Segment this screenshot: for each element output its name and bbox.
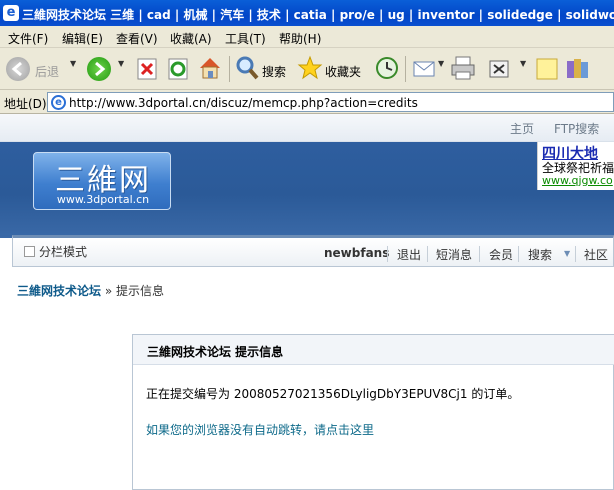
menu-tools[interactable]: 工具(T) <box>225 30 266 47</box>
message-body: 正在提交编号为 20080527021356DLyligDbY3EPUV8Cj1… <box>146 387 520 401</box>
mail-dropdown-icon[interactable]: ▼ <box>438 59 444 68</box>
search-icon <box>236 56 259 80</box>
favorites-label: 收藏夹 <box>325 65 362 79</box>
site-logo[interactable]: 三維网 www.3dportal.cn <box>33 152 171 210</box>
mail-icon <box>413 61 435 77</box>
search-label: 搜索 <box>262 65 287 79</box>
split-mode-checkbox[interactable] <box>24 246 35 257</box>
address-input[interactable]: e http://www.3dportal.cn/discuz/memcp.ph… <box>47 92 614 112</box>
breadcrumb-separator: » <box>104 284 113 298</box>
history-icon <box>376 57 398 79</box>
research-books-icon <box>567 59 588 78</box>
forum-nav-bar: 分栏模式 newbfans 退出 短消息 会员 搜索 ▼ 社区 <box>12 235 614 267</box>
forward-button[interactable] <box>87 57 111 81</box>
site-top-strip: 主页 FTP搜索 <box>0 114 614 142</box>
nav-divider <box>427 246 428 262</box>
edit-dropdown-icon[interactable]: ▼ <box>520 59 526 68</box>
nav-search[interactable]: 搜索 <box>528 246 552 263</box>
ad-link: www.qjgw.co <box>542 174 613 187</box>
nav-divider <box>479 246 480 262</box>
menu-file[interactable]: 文件(F) <box>8 30 48 47</box>
history-button[interactable] <box>374 54 400 84</box>
nav-divider <box>575 246 576 262</box>
forward-arrow-icon <box>95 61 106 77</box>
message-header: 三維网技术论坛 提示信息 <box>133 335 614 365</box>
nav-community[interactable]: 社区 <box>584 246 608 263</box>
breadcrumb: 三維网技术论坛 » 提示信息 <box>17 282 164 299</box>
breadcrumb-home[interactable]: 三維网技术论坛 <box>17 284 101 298</box>
nav-divider <box>387 246 388 262</box>
edit-button[interactable] <box>488 54 510 84</box>
breadcrumb-current: 提示信息 <box>116 284 165 298</box>
favorites-button[interactable]: 收藏夹 <box>297 54 363 84</box>
address-label: 地址(D) <box>4 97 47 111</box>
menu-edit[interactable]: 编辑(E) <box>62 30 103 47</box>
toolbar: 后退 ▼ ▼ 搜索 收藏夹 ▼ ▼ <box>0 48 614 90</box>
message-title: 三維网技术论坛 提示信息 <box>147 345 284 359</box>
split-mode-label[interactable]: 分栏模式 <box>39 243 87 260</box>
message-box: 三維网技术论坛 提示信息 正在提交编号为 20080527021356DLyli… <box>132 334 614 490</box>
printer-icon <box>451 56 475 80</box>
toolbar-separator <box>405 56 406 82</box>
home-icon <box>200 58 220 79</box>
menu-bar: 文件(F) 编辑(E) 查看(V) 收藏(A) 工具(T) 帮助(H) <box>0 26 614 48</box>
refresh-icon <box>168 58 188 80</box>
menu-help[interactable]: 帮助(H) <box>279 30 321 47</box>
stop-button[interactable] <box>136 54 158 84</box>
nav-divider <box>518 246 519 262</box>
web-page: 主页 FTP搜索 三維网 www.3dportal.cn 四川大地 全球祭祀祈福… <box>0 114 614 490</box>
top-link-home[interactable]: 主页 <box>510 120 534 137</box>
back-arrow-icon <box>6 57 30 81</box>
nav-logout[interactable]: 退出 <box>397 246 421 263</box>
address-bar: 地址(D) e http://www.3dportal.cn/discuz/me… <box>0 90 614 114</box>
logo-url: www.3dportal.cn <box>56 193 150 206</box>
print-button[interactable] <box>450 54 476 84</box>
address-url: http://www.3dportal.cn/discuz/memcp.php?… <box>69 96 418 110</box>
stop-icon <box>137 58 157 80</box>
favorites-star-icon <box>297 55 323 80</box>
note-icon <box>536 58 558 80</box>
site-banner: 三維网 www.3dportal.cn 四川大地 全球祭祀祈福 www.qjgw… <box>0 142 614 238</box>
nav-members[interactable]: 会员 <box>489 246 513 263</box>
nav-username[interactable]: newbfans <box>324 246 389 260</box>
back-dropdown-icon[interactable]: ▼ <box>70 59 76 68</box>
page-ie-icon: e <box>51 95 66 110</box>
window-title: 三維网技术论坛 三维 | cad | 机械 | 汽车 | 技术 | catia … <box>22 8 614 22</box>
redirect-link[interactable]: 如果您的浏览器没有自动跳转，请点击这里 <box>146 421 374 438</box>
home-button[interactable] <box>197 54 223 84</box>
edit-page-icon <box>489 60 509 78</box>
nav-search-dropdown-icon[interactable]: ▼ <box>564 249 570 258</box>
menu-favorites[interactable]: 收藏(A) <box>170 30 212 47</box>
title-bar: e 三維网技术论坛 三维 | cad | 机械 | 汽车 | 技术 | cati… <box>0 0 614 26</box>
nav-messages[interactable]: 短消息 <box>436 246 472 263</box>
menu-view[interactable]: 查看(V) <box>116 30 158 47</box>
toolbar-separator <box>229 56 230 82</box>
ie-app-icon: e <box>3 5 19 21</box>
mail-button[interactable] <box>412 54 436 84</box>
research-button[interactable] <box>565 54 591 84</box>
top-link-ftp-search[interactable]: FTP搜索 <box>554 120 599 137</box>
refresh-button[interactable] <box>167 54 189 84</box>
ad-banner[interactable]: 四川大地 全球祭祀祈福 www.qjgw.co <box>537 142 614 190</box>
forward-dropdown-icon[interactable]: ▼ <box>118 59 124 68</box>
back-label: 后退 <box>35 65 60 79</box>
back-button[interactable]: 后退 <box>6 54 70 84</box>
search-button[interactable]: 搜索 <box>234 54 290 84</box>
discuss-button[interactable] <box>535 54 559 84</box>
